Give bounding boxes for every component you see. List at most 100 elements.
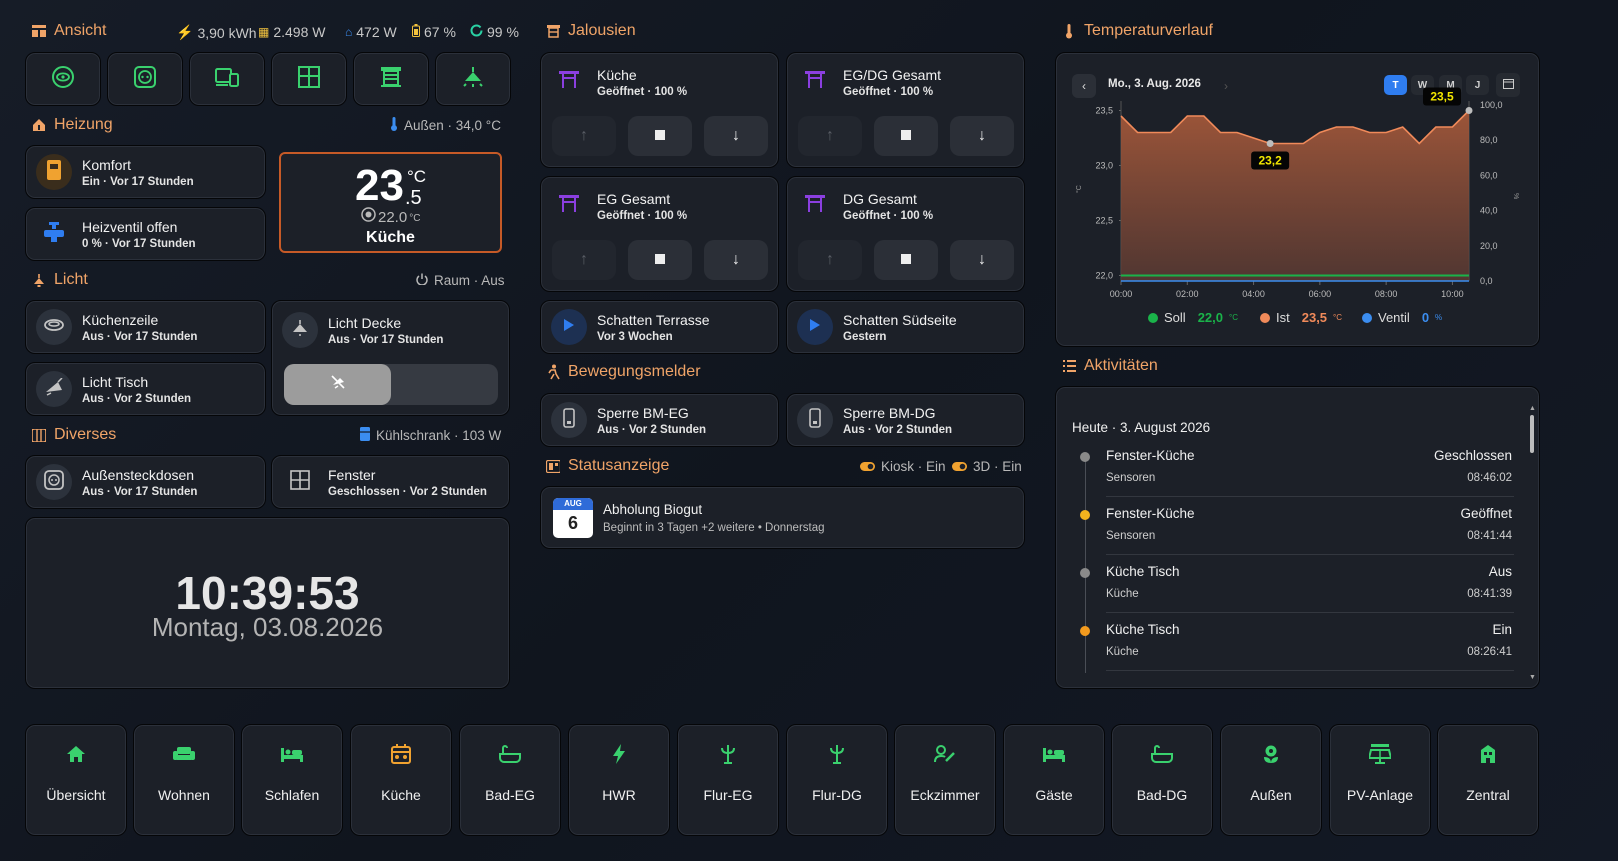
- activity-log-card[interactable]: Heute · 3. August 2026 Fenster-Küche Gesc…: [1055, 386, 1540, 689]
- nav-flur-dg[interactable]: Flur-DG: [786, 724, 888, 836]
- cover-down-button[interactable]: ↓: [950, 116, 1014, 156]
- nav-kueche[interactable]: Küche: [350, 724, 452, 836]
- max-point-marker: [1465, 107, 1473, 114]
- motion-lock-eg[interactable]: Sperre BM-EG Aus · Vor 2 Stunden: [540, 393, 779, 447]
- nav-uebersicht[interactable]: Übersicht: [25, 724, 127, 836]
- cover-up-button[interactable]: ↑: [552, 116, 616, 156]
- entity-state: Geöffnet · 100 %: [843, 85, 934, 98]
- solar-stat: ▦ 2.498 W: [258, 24, 326, 40]
- cover-card-eg[interactable]: EG Gesamt Geöffnet · 100 % ↑ ↓: [540, 176, 779, 292]
- legend-ventil[interactable]: Ventil 0%: [1362, 310, 1442, 325]
- section-title: Diverses: [54, 426, 117, 443]
- view-button-windows[interactable]: [271, 52, 347, 106]
- blinds-icon: [546, 24, 560, 38]
- x-tick-label: 00:00: [1110, 289, 1133, 299]
- calendar-event-card[interactable]: AUG 6 Abholung Biogut Beginnt in 3 Tagen…: [540, 486, 1025, 549]
- light-toggle[interactable]: [284, 364, 498, 405]
- temperature-chart: 22,0 22,5 23,0 23,5 0,0 20,0 40,0 60,0 80,0 100,0…: [1075, 87, 1519, 299]
- arrow-down-icon: ↓: [732, 251, 740, 268]
- nav-zentral[interactable]: Zentral: [1437, 724, 1539, 836]
- licht-decke-card[interactable]: Licht Decke Aus · Vor 17 Stunden: [271, 300, 510, 416]
- komfort-card[interactable]: Komfort Ein · Vor 17 Stunden: [25, 145, 266, 199]
- cover-card-egdg[interactable]: EG/DG Gesamt Geöffnet · 100 % ↑ ↓: [786, 52, 1025, 168]
- cover-card-dg[interactable]: DG Gesamt Geöffnet · 100 % ↑ ↓: [786, 176, 1025, 292]
- fridge-power: Kühlschrank · 103 W: [360, 424, 501, 446]
- activity-day-header: Heute · 3. August 2026: [1072, 420, 1211, 435]
- nav-wohnen[interactable]: Wohnen: [133, 724, 235, 836]
- light-room-status: Raum · Aus: [416, 269, 505, 291]
- view-button-blinds[interactable]: [353, 52, 429, 106]
- nav-flur-eg[interactable]: Flur-EG: [677, 724, 779, 836]
- y-left-unit: °C: [1075, 185, 1083, 193]
- section-title: Bewegungsmelder: [568, 363, 701, 380]
- stove-icon: [391, 743, 411, 765]
- led-strip-icon: [43, 318, 65, 337]
- solar-panel-icon: [1369, 743, 1391, 765]
- event-title: Abholung Biogut: [603, 502, 703, 517]
- entity-name: DG Gesamt: [843, 190, 917, 207]
- cover-stop-button[interactable]: [874, 240, 938, 280]
- section-status-header: Statusanzeige: [546, 455, 669, 477]
- nav-aussen[interactable]: Außen: [1220, 724, 1322, 836]
- ceiling-light-icon: [291, 319, 309, 342]
- cover-up-button[interactable]: ↑: [798, 240, 862, 280]
- kuechenzeile-card[interactable]: Küchenzeile Aus · Vor 17 Stunden: [25, 300, 266, 354]
- play-icon: [563, 318, 575, 337]
- nav-hwr[interactable]: HWR: [568, 724, 670, 836]
- fridge-icon: [360, 426, 370, 444]
- toggle-off-knob[interactable]: [284, 364, 391, 405]
- scrollbar[interactable]: ▲ ▼: [1529, 405, 1536, 682]
- section-bewegung-header: Bewegungsmelder: [546, 361, 701, 383]
- cover-down-button[interactable]: ↓: [704, 240, 768, 280]
- window-icon-badge: [282, 464, 318, 500]
- view-button-sockets[interactable]: [107, 52, 183, 106]
- nav-pv-anlage[interactable]: PV-Anlage: [1329, 724, 1431, 836]
- licht-tisch-card[interactable]: Licht Tisch Aus · Vor 2 Stunden: [25, 362, 266, 416]
- nav-schlafen[interactable]: Schlafen: [241, 724, 343, 836]
- nav-label: Bad-DG: [1136, 787, 1188, 803]
- cover-down-button[interactable]: ↓: [704, 116, 768, 156]
- cover-stop-button[interactable]: [628, 116, 692, 156]
- fenster-card[interactable]: Fenster Geschlossen · Vor 2 Stunden: [271, 455, 510, 509]
- nav-label: Schlafen: [264, 787, 320, 803]
- nav-label: Übersicht: [46, 787, 106, 803]
- nav-bad-dg[interactable]: Bad-DG: [1111, 724, 1213, 836]
- view-button-overview[interactable]: [25, 52, 101, 106]
- cover-stop-button[interactable]: [874, 116, 938, 156]
- window-icon: [290, 469, 310, 495]
- scrollbar-thumb[interactable]: [1530, 415, 1534, 453]
- thermostat-room: Küche: [366, 229, 415, 246]
- nav-label: Gäste: [1035, 787, 1073, 803]
- clock-date: Montag, 03.08.2026: [151, 612, 384, 642]
- view-button-devices[interactable]: [189, 52, 265, 106]
- nav-bad-eg[interactable]: Bad-EG: [459, 724, 561, 836]
- stop-icon: [901, 127, 911, 145]
- script-schatten-suedseite[interactable]: Schatten Südseite Gestern: [786, 300, 1025, 354]
- divider: [1106, 670, 1514, 671]
- script-schatten-terrasse[interactable]: Schatten Terrasse Vor 3 Wochen: [540, 300, 779, 354]
- mode-icon: [47, 159, 61, 185]
- y-right-tick-label: 80,0: [1480, 135, 1498, 145]
- heizventil-card[interactable]: Heizventil offen 0 % · Vor 17 Stunden: [25, 207, 266, 261]
- cover-stop-button[interactable]: [628, 240, 692, 280]
- activity-dot: [1080, 626, 1090, 636]
- cover-card-kueche[interactable]: Küche Geöffnet · 100 % ↑ ↓: [540, 52, 779, 168]
- activity-list: Fenster-Küche Geschlossen Sensoren 08:46:0…: [1072, 448, 1514, 678]
- legend-soll[interactable]: Soll 22,0 °C: [1148, 310, 1238, 325]
- cover-down-button[interactable]: ↓: [950, 240, 1014, 280]
- motion-lock-dg[interactable]: Sperre BM-DG Aus · Vor 2 Stunden: [786, 393, 1025, 447]
- nav-gaeste[interactable]: Gäste: [1003, 724, 1105, 836]
- cover-up-button[interactable]: ↑: [552, 240, 616, 280]
- aussensteckdosen-card[interactable]: Außensteckdosen Aus · Vor 17 Stunden: [25, 455, 266, 509]
- nav-eckzimmer[interactable]: Eckzimmer: [894, 724, 996, 836]
- temperature-chart-card: ‹ Mo., 3. Aug. 2026 › T W M J 22,0 22,5 23…: [1055, 52, 1540, 347]
- x-tick-label: 08:00: [1375, 289, 1398, 299]
- cover-up-button[interactable]: ↑: [798, 116, 862, 156]
- entity-name: Sperre BM-EG: [597, 404, 689, 421]
- entity-state: 0 % · Vor 17 Stunden: [82, 237, 196, 250]
- x-tick-label: 04:00: [1242, 289, 1265, 299]
- view-button-lights[interactable]: [435, 52, 511, 106]
- thermostat-card[interactable]: 23 °C .5 22.0 °C Küche: [279, 152, 502, 253]
- legend-ist[interactable]: Ist 23,5 °C: [1260, 310, 1342, 325]
- devices-icon: [214, 66, 240, 93]
